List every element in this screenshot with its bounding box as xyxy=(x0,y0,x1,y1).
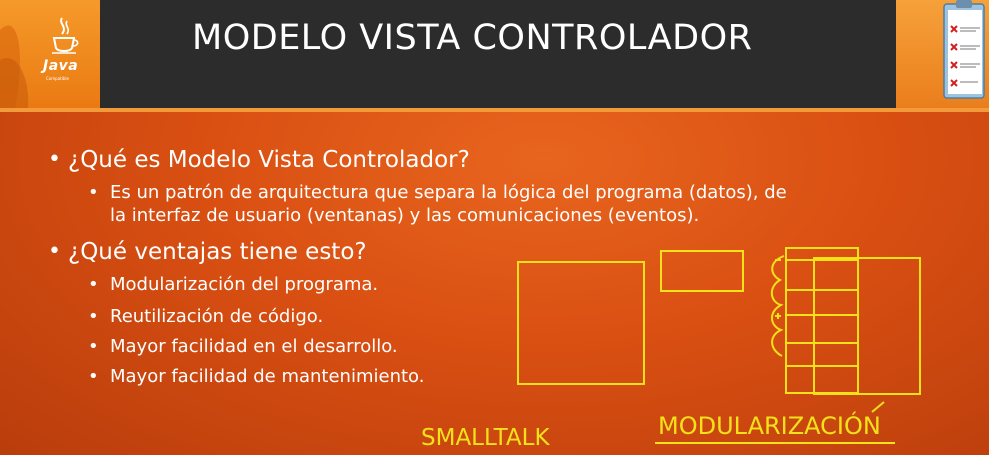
modularizacion-label: MODULARIZACIÓN xyxy=(658,412,881,440)
drawn-small-box xyxy=(660,250,744,292)
hand-drawn-annotations xyxy=(517,247,921,444)
drawn-stacked-box xyxy=(785,247,859,394)
slide: Java Compatible MODELO VISTA CONTROLADOR xyxy=(0,0,989,455)
smalltalk-label: SMALLTALK xyxy=(421,425,550,451)
drawn-overlap-box xyxy=(813,257,921,395)
drawn-brace xyxy=(770,255,785,357)
drawn-large-box xyxy=(517,261,645,385)
